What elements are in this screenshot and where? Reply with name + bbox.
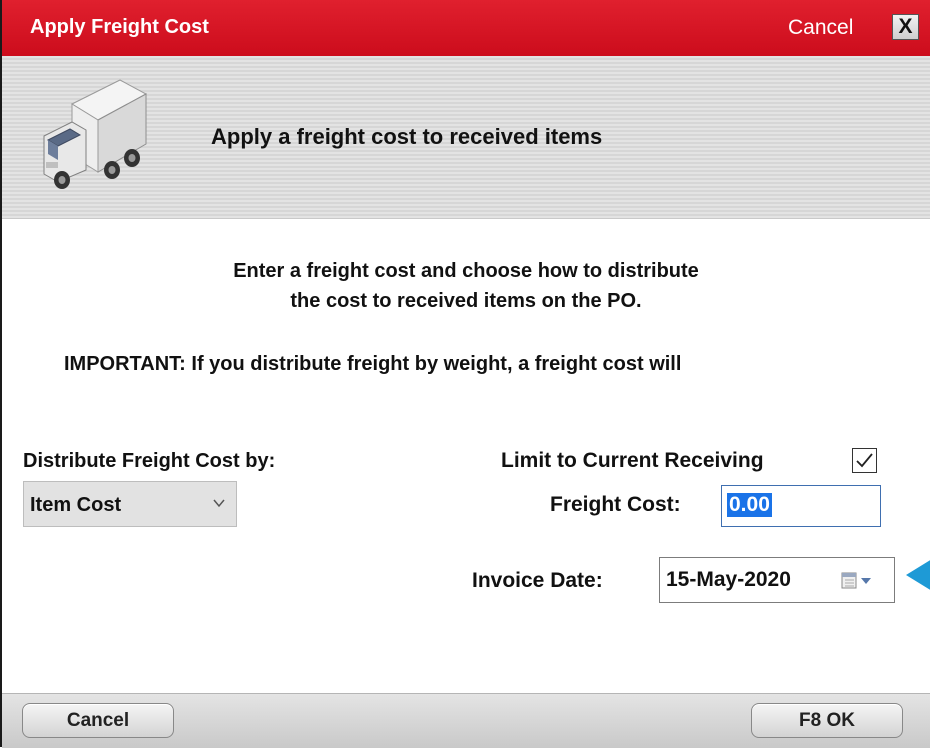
limit-receiving-label: Limit to Current Receiving xyxy=(501,449,764,472)
close-icon: X xyxy=(898,15,913,38)
close-button[interactable]: X xyxy=(892,14,919,40)
title-bar: Apply Freight Cost Cancel X xyxy=(2,0,930,56)
instructions-line-1: Enter a freight cost and choose how to d… xyxy=(233,260,699,282)
truck-icon xyxy=(43,79,148,189)
instructions-line-2: the cost to received items on the PO. xyxy=(290,290,642,312)
window-title: Apply Freight Cost xyxy=(30,16,209,38)
pointer-arrow-icon xyxy=(906,560,930,590)
invoice-date-label: Invoice Date: xyxy=(472,569,603,592)
freight-cost-input[interactable]: 0.00 xyxy=(721,485,881,527)
ok-button[interactable]: F8 OK xyxy=(751,703,903,738)
header-band: Apply a freight cost to received items xyxy=(2,56,930,219)
important-note: IMPORTANT: If you distribute freight by … xyxy=(64,353,682,375)
title-cancel-link[interactable]: Cancel xyxy=(788,16,853,40)
header-title: Apply a freight cost to received items xyxy=(211,124,603,149)
calendar-dropdown-icon[interactable] xyxy=(840,571,880,591)
distribute-selected-value: Item Cost xyxy=(30,494,122,516)
freight-cost-value: 0.00 xyxy=(727,493,772,517)
invoice-date-value: 15-May-2020 xyxy=(666,568,791,591)
checkmark-icon xyxy=(856,453,873,468)
freight-cost-label: Freight Cost: xyxy=(550,493,681,516)
chevron-down-icon xyxy=(213,499,225,508)
limit-receiving-checkbox[interactable] xyxy=(852,448,877,473)
distribute-select[interactable]: Item Cost xyxy=(23,481,237,527)
instructions-text: Enter a freight cost and choose how to d… xyxy=(2,256,930,316)
footer-bar: Cancel F8 OK xyxy=(2,693,930,748)
distribute-label: Distribute Freight Cost by: xyxy=(23,450,276,472)
invoice-date-field[interactable]: 15-May-2020 xyxy=(659,557,895,603)
cancel-button[interactable]: Cancel xyxy=(22,703,174,738)
apply-freight-cost-dialog: Apply Freight Cost Cancel X Apply a frei… xyxy=(0,0,930,748)
